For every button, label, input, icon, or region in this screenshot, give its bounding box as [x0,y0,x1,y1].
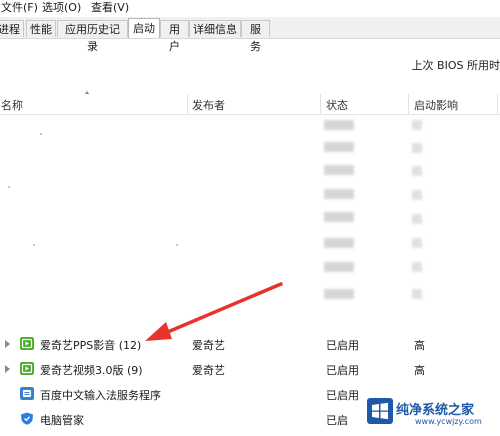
tab-app-history[interactable]: 应用历史记录 [57,20,128,53]
watermark-url: www.ycwjzy.com [415,417,482,426]
tab-startup[interactable]: 启动 [128,18,160,38]
column-impact[interactable]: 启动影响 [414,97,458,113]
tab-users[interactable]: 用户 [160,20,189,53]
startup-name: 电脑管家 [40,414,84,427]
menu-bar: 文件(F) 选项(O) 查看(V) [0,0,500,17]
column-header: 名称 发布者 状态 启动影响 [0,94,500,115]
column-divider[interactable] [320,94,321,114]
startup-publisher: 爱奇艺 [192,364,225,377]
last-bios-time-label: 上次 BIOS 所用时 [411,59,500,72]
tab-bar: 进程 性能 应用历史记录 启动 用户 详细信息 服务 [0,17,500,53]
menu-file[interactable]: 文件(F) [1,1,38,15]
artifact-dot [33,244,35,246]
startup-name: 爱奇艺视频3.0版 (9) [40,364,143,377]
startup-row[interactable]: 爱奇艺视频3.0版 (9) 爱奇艺 已启用 高 [0,357,500,381]
baidu-ime-icon [20,387,34,400]
column-publisher[interactable]: 发布者 [192,97,225,113]
tab-performance[interactable]: 性能 [26,20,56,37]
windows-logo-icon [367,398,393,424]
tab-services[interactable]: 服务 [241,20,270,53]
pc-manager-shield-icon [21,412,33,425]
column-status[interactable]: 状态 [326,97,348,113]
menu-options[interactable]: 选项(O) [42,1,81,15]
startup-status: 已启用 [326,339,359,352]
startup-status: 已启用 [326,389,359,402]
tab-processes[interactable]: 进程 [0,20,24,37]
artifact-dot [8,186,10,188]
startup-status: 已启用 [326,364,359,377]
watermark-title: 纯净系统之家 [396,403,475,418]
startup-name: 爱奇艺PPS影音 (12) [40,339,142,352]
startup-impact: 高 [414,364,425,377]
startup-impact: 高 [414,339,425,352]
expand-arrow-icon[interactable] [5,365,10,373]
tab-details[interactable]: 详细信息 [189,20,241,37]
column-divider[interactable] [497,94,498,114]
column-divider[interactable] [408,94,409,114]
column-divider[interactable] [187,94,188,114]
menu-view[interactable]: 查看(V) [91,1,129,15]
startup-publisher: 爱奇艺 [192,339,225,352]
artifact-dot [40,133,42,135]
startup-row[interactable]: 爱奇艺PPS影音 (12) 爱奇艺 已启用 高 [0,332,500,356]
startup-name: 百度中文输入法服务程序 [40,389,161,402]
iqiyi-video-icon [20,362,34,375]
expand-arrow-icon[interactable] [5,340,10,348]
iqiyi-pps-icon [20,337,34,350]
artifact-dot [176,244,178,246]
column-name[interactable]: 名称 [1,97,23,113]
site-watermark-logo: 纯净系统之家 www.ycwjzy.com [363,392,500,436]
startup-status: 已启 [326,414,348,427]
